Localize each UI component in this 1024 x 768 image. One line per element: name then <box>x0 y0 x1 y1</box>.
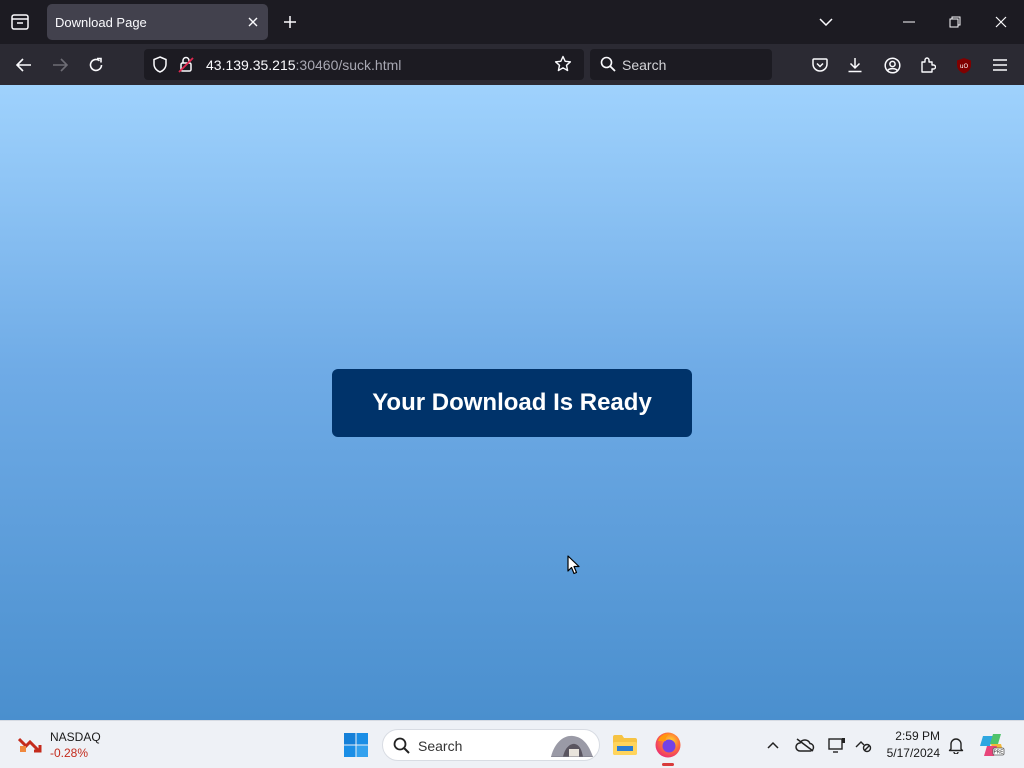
copilot-icon[interactable]: PRE <box>978 731 1006 759</box>
taskbar-search-box[interactable]: Search <box>382 729 600 761</box>
account-icon[interactable] <box>879 52 905 78</box>
menu-icon[interactable] <box>987 52 1013 78</box>
mouse-cursor-icon <box>567 555 581 581</box>
chevron-up-icon[interactable] <box>761 733 785 757</box>
tab-list-icon[interactable] <box>8 10 32 34</box>
file-explorer-icon[interactable] <box>610 730 640 760</box>
back-icon[interactable] <box>11 52 37 78</box>
bell-icon[interactable] <box>944 733 968 757</box>
search-bar[interactable]: Search <box>590 49 772 80</box>
onedrive-icon[interactable] <box>793 733 817 757</box>
taskbar: NASDAQ -0.28% Search 2:59 PM 5/17/2024 P… <box>0 720 1024 768</box>
stock-change: -0.28% <box>50 746 89 760</box>
url-text: 43.139.35.215:30460/suck.html <box>206 57 401 73</box>
url-host: 43.139.35.215 <box>206 57 296 73</box>
reload-icon[interactable] <box>83 52 109 78</box>
window-close-icon[interactable] <box>985 6 1017 38</box>
tab-bar: Download Page <box>0 0 1024 44</box>
firefox-active-indicator <box>662 763 674 766</box>
download-icon[interactable] <box>842 52 868 78</box>
network-icon[interactable] <box>851 733 875 757</box>
restore-icon[interactable] <box>939 6 971 38</box>
firefox-icon[interactable] <box>653 730 683 760</box>
tab-title: Download Page <box>55 15 147 30</box>
clock-time[interactable]: 2:59 PM <box>895 729 940 743</box>
windows-start-icon[interactable] <box>343 732 369 758</box>
minimize-icon[interactable] <box>893 6 925 38</box>
stock-widget-icon[interactable] <box>17 734 44 759</box>
url-path: :30460/suck.html <box>295 57 402 73</box>
extensions-icon[interactable] <box>915 52 941 78</box>
search-icon <box>600 56 616 77</box>
star-icon[interactable] <box>554 55 572 78</box>
navigation-toolbar: 43.139.35.215:30460/suck.html Search uO <box>0 44 1024 85</box>
page-content: Your Download Is Ready <box>0 85 1024 720</box>
stock-name[interactable]: NASDAQ <box>50 730 101 744</box>
lock-icon[interactable] <box>178 56 194 78</box>
ublock-icon[interactable]: uO <box>951 52 977 78</box>
pocket-icon[interactable] <box>807 52 833 78</box>
close-icon[interactable] <box>243 12 263 32</box>
clock-date[interactable]: 5/17/2024 <box>887 746 940 760</box>
search-icon <box>393 737 410 759</box>
display-icon[interactable] <box>825 733 849 757</box>
tab-download-page[interactable]: Download Page <box>47 4 268 40</box>
svg-text:uO: uO <box>960 63 969 70</box>
forward-icon[interactable] <box>47 52 73 78</box>
address-bar[interactable]: 43.139.35.215:30460/suck.html <box>144 49 584 80</box>
svg-text:PRE: PRE <box>994 750 1004 756</box>
taskbar-search-placeholder: Search <box>418 738 463 754</box>
shield-icon[interactable] <box>152 56 168 78</box>
chevron-down-icon[interactable] <box>810 6 842 38</box>
search-placeholder: Search <box>622 57 667 73</box>
plus-icon[interactable] <box>278 10 302 34</box>
search-highlight-image <box>549 733 595 762</box>
download-ready-button[interactable]: Your Download Is Ready <box>332 369 692 437</box>
